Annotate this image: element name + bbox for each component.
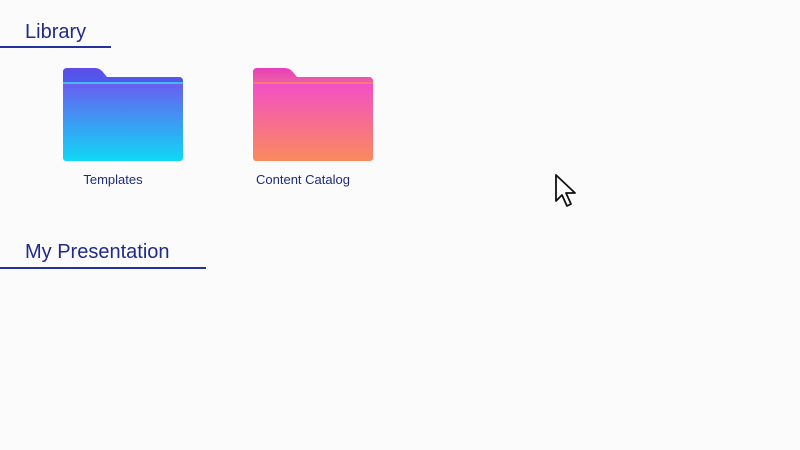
folder-label-content-catalog: Content Catalog — [256, 172, 350, 187]
presentation-heading-underline — [0, 267, 206, 269]
library-heading: Library — [25, 21, 87, 43]
presentation-heading: My Presentation — [25, 241, 170, 263]
arrow-pointer-icon — [555, 174, 576, 207]
folder-icon — [253, 68, 373, 161]
folder-label-templates: Templates — [83, 172, 143, 187]
library-heading-underline — [0, 46, 111, 48]
folder-templates[interactable]: Templates — [43, 68, 183, 198]
folder-icon — [63, 68, 183, 161]
folder-content-catalog[interactable]: Content Catalog — [233, 68, 373, 198]
